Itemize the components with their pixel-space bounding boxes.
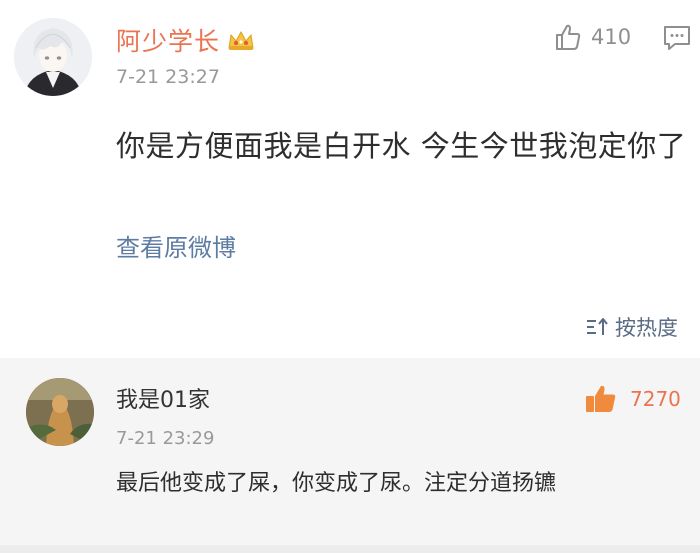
post-like-count: 410 (591, 25, 632, 49)
comment-author-name[interactable]: 我是01家 (116, 382, 210, 414)
photo-avatar-image (26, 378, 94, 446)
thumbs-up-filled-icon (584, 383, 618, 415)
comment-like-count: 7270 (630, 387, 681, 411)
comment-author-avatar[interactable] (26, 378, 94, 446)
post-author-avatar[interactable] (14, 18, 92, 96)
thumbs-up-outline-icon (553, 22, 583, 52)
post-author-name[interactable]: 阿少学长 (116, 22, 220, 58)
post-like-button[interactable]: 410 (553, 20, 631, 54)
comment-like-button[interactable]: 7270 (584, 382, 681, 416)
crown-icon (226, 28, 256, 52)
comment-item: 我是01家 7-21 23:29 7270 最后他变成了屎，你变成了尿。注定分道… (0, 358, 700, 553)
view-original-link[interactable]: 查看原微博 (116, 228, 236, 263)
bottom-divider (0, 545, 700, 553)
comment-timestamp: 7-21 23:29 (116, 428, 215, 449)
sort-by-hot-toggle[interactable]: 按热度 (585, 312, 678, 342)
original-post: 阿少学长 7-21 23:27 410 你是方便面我是白开水 今生今世我泡定你了… (0, 0, 700, 355)
anime-avatar-image (14, 18, 92, 96)
comment-bubble-icon[interactable] (662, 24, 692, 52)
post-timestamp: 7-21 23:27 (116, 66, 220, 88)
weibo-comment-screen: 阿少学长 7-21 23:27 410 你是方便面我是白开水 今生今世我泡定你了… (0, 0, 700, 553)
sort-arrows-icon (585, 316, 611, 338)
post-body-text: 你是方便面我是白开水 今生今世我泡定你了 (116, 129, 687, 163)
post-author-row: 阿少学长 (116, 20, 256, 60)
comment-body-text: 最后他变成了屎，你变成了尿。注定分道扬镳 (116, 471, 557, 496)
sort-label: 按热度 (615, 316, 678, 340)
